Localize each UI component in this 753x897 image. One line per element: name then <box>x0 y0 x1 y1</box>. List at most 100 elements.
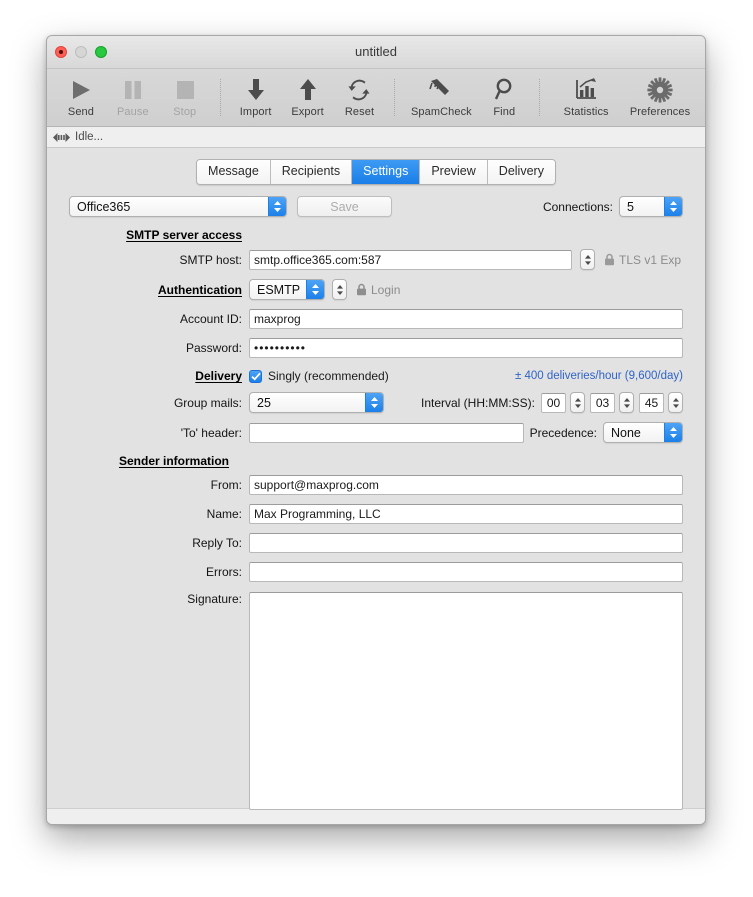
lock-icon <box>604 253 615 266</box>
toolbar-label-preferences: Preferences <box>629 106 691 118</box>
toolbar-separator <box>539 79 541 116</box>
tab-recipients[interactable]: Recipients <box>270 160 353 184</box>
from-label: From: <box>210 478 242 492</box>
toolbar-label-statistics: Statistics <box>563 106 609 118</box>
toolbar: Send Pause Stop Import Export Reset Spam… <box>47 69 705 127</box>
account-id-value: maxprog <box>254 312 301 326</box>
account-id-label: Account ID: <box>179 312 242 326</box>
to-header-label: 'To' header: <box>180 425 242 440</box>
password-value: •••••••••• <box>254 341 307 355</box>
interval-hours-input[interactable]: 00 <box>541 392 566 413</box>
toolbar-label-pause: Pause <box>117 106 149 118</box>
signature-textarea[interactable] <box>249 592 683 810</box>
toolbar-button-preferences[interactable]: Preferences <box>623 73 697 118</box>
interval-hours-stepper[interactable] <box>570 392 585 413</box>
interval-minutes-stepper[interactable] <box>619 392 634 413</box>
precedence-value: None <box>611 425 641 440</box>
precedence-label: Precedence: <box>529 425 597 440</box>
titlebar: untitled <box>47 36 705 69</box>
status-text: Idle... <box>75 131 104 143</box>
pause-icon <box>107 75 159 105</box>
name-value: Max Programming, LLC <box>254 507 381 521</box>
toolbar-label-find: Find <box>493 106 516 118</box>
refresh-icon <box>334 75 386 105</box>
chart-icon <box>549 75 623 105</box>
brush-icon <box>404 75 478 105</box>
chevron-updown-icon <box>306 280 324 299</box>
settings-pane: Message Recipients Settings Preview Deli… <box>47 148 705 810</box>
chevron-updown-icon <box>664 197 682 216</box>
authentication-stepper[interactable] <box>332 279 347 300</box>
interval-hours-value: 00 <box>546 395 561 410</box>
account-id-input[interactable]: maxprog <box>249 309 683 329</box>
reply-to-label: Reply To: <box>192 536 242 550</box>
save-button[interactable]: Save <box>297 196 392 217</box>
smtp-host-input[interactable]: smtp.office365.com:587 <box>249 249 572 270</box>
save-button-label: Save <box>330 199 359 214</box>
authentication-label: Authentication <box>158 282 242 297</box>
name-input[interactable]: Max Programming, LLC <box>249 504 683 524</box>
interval-seconds-value: 45 <box>644 395 659 410</box>
interval-seconds-stepper[interactable] <box>668 392 683 413</box>
smtp-host-value: smtp.office365.com:587 <box>254 252 382 267</box>
smtp-host-label: SMTP host: <box>179 252 242 267</box>
delivery-rate-text: ± 400 deliveries/hour (9,600/day) <box>514 370 683 382</box>
screen: untitled Send Pause Stop Import Export R… <box>0 0 753 897</box>
from-input[interactable]: support@maxprog.com <box>249 475 683 495</box>
toolbar-button-export[interactable]: Export <box>282 73 334 118</box>
toolbar-button-stop[interactable]: Stop <box>159 73 211 118</box>
window-title: untitled <box>355 44 397 59</box>
connections-stepper[interactable]: 5 <box>619 196 683 217</box>
chevron-updown-icon <box>365 393 383 412</box>
group-mails-label: Group mails: <box>173 395 242 410</box>
authentication-select[interactable]: ESMTP <box>249 279 325 300</box>
application-window: untitled Send Pause Stop Import Export R… <box>46 35 706 825</box>
interval-minutes-value: 03 <box>595 395 610 410</box>
smtp-host-stepper[interactable] <box>580 249 595 270</box>
precedence-select[interactable]: None <box>603 422 683 443</box>
reply-to-input[interactable] <box>249 533 683 553</box>
toolbar-button-find[interactable]: Find <box>478 73 530 118</box>
password-input[interactable]: •••••••••• <box>249 338 683 358</box>
interval-label: Interval (HH:MM:SS): <box>420 395 535 410</box>
settings-form: Office365 Save Connections: 5 SMTP serve… <box>47 185 705 810</box>
transfer-icon <box>53 132 70 143</box>
magnifier-icon <box>478 75 530 105</box>
toolbar-button-pause[interactable]: Pause <box>107 73 159 118</box>
profile-select[interactable]: Office365 <box>69 196 287 217</box>
errors-input[interactable] <box>249 562 683 582</box>
toolbar-button-reset[interactable]: Reset <box>334 73 386 118</box>
smtp-section-heading: SMTP server access <box>126 228 242 242</box>
tab-delivery[interactable]: Delivery <box>487 160 555 184</box>
sender-section-heading: Sender information <box>119 454 230 468</box>
tab-settings[interactable]: Settings <box>352 160 421 184</box>
toolbar-button-send[interactable]: Send <box>55 73 107 118</box>
window-bottom-bar <box>47 808 705 824</box>
arrow-down-icon <box>230 75 282 105</box>
name-label: Name: <box>206 507 242 521</box>
profile-select-value: Office365 <box>77 199 131 214</box>
tab-preview[interactable]: Preview <box>420 160 488 184</box>
interval-seconds-input[interactable]: 45 <box>639 392 664 413</box>
singly-checkbox[interactable] <box>249 369 262 383</box>
play-icon <box>55 75 107 105</box>
delivery-label: Delivery <box>195 369 242 383</box>
group-mails-select[interactable]: 25 <box>249 392 384 413</box>
toolbar-button-statistics[interactable]: Statistics <box>549 73 623 118</box>
toolbar-label-export: Export <box>291 106 324 118</box>
tab-bar: Message Recipients Settings Preview Deli… <box>47 148 705 185</box>
connections-value: 5 <box>627 199 634 214</box>
toolbar-button-import[interactable]: Import <box>230 73 282 118</box>
lock-icon <box>356 283 367 296</box>
login-status-text: Login <box>371 282 401 297</box>
group-mails-value: 25 <box>257 395 271 410</box>
toolbar-button-spamcheck[interactable]: SpamCheck <box>404 73 478 118</box>
arrow-up-icon <box>282 75 334 105</box>
authentication-value: ESMTP <box>257 282 301 297</box>
tab-message[interactable]: Message <box>197 160 271 184</box>
singly-checkbox-label: Singly (recommended) <box>268 369 389 383</box>
status-bar: Idle... <box>47 127 705 148</box>
interval-minutes-input[interactable]: 03 <box>590 392 615 413</box>
to-header-input[interactable] <box>249 422 524 443</box>
toolbar-label-spamcheck: SpamCheck <box>410 106 472 118</box>
